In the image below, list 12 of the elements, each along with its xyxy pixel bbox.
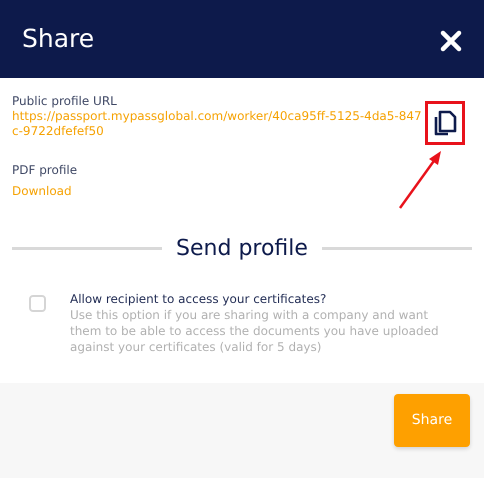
download-link[interactable]: Download	[12, 184, 72, 198]
field-label: PDF profile	[12, 163, 78, 178]
profile-url-link[interactable]: https://passport.mypassglobal.com/worker/40ca95ff-5125-4da5-847c-9722dfefef50	[12, 109, 427, 139]
close-button[interactable]	[440, 28, 462, 50]
option-label: Allow recipient to access your certificates?	[70, 291, 328, 307]
share-button[interactable]: Share	[394, 394, 470, 447]
dialog-title: Share	[22, 23, 94, 56]
field-label: Public profile URL	[12, 94, 118, 109]
option-description: Use this option if you are sharing with a company and want them to be able to access the documents you have uploaded against your certificates (valid for 5 days)	[70, 307, 440, 355]
checkbox[interactable]	[29, 295, 46, 312]
section-heading: Send profile	[176, 235, 308, 263]
copy-icon	[432, 108, 458, 138]
